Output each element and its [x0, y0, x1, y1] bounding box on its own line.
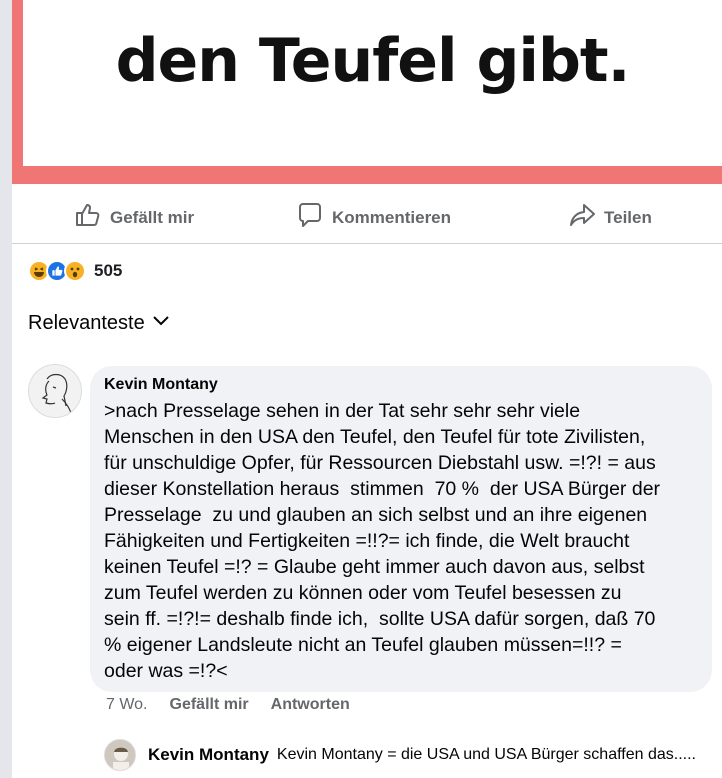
reactions-summary[interactable]: 505	[28, 258, 122, 284]
reply-text: Kevin Montany = die USA und USA Bürger s…	[276, 746, 696, 763]
left-edge-strip	[0, 0, 12, 778]
reply-preview[interactable]: Kevin Montany Kevin Montany = die USA un…	[104, 738, 714, 772]
post-image-text-line2: den Teufel gibt.	[115, 26, 631, 96]
share-arrow-icon	[568, 201, 596, 234]
post-image[interactable]: den Teufel gibt.	[12, 0, 722, 184]
like-button-label: Gefällt mir	[110, 207, 195, 227]
chevron-down-icon	[151, 310, 171, 336]
comment-author[interactable]: Kevin Montany	[104, 376, 698, 394]
share-button-label: Teilen	[604, 207, 652, 227]
comment-meta: 7 Wo. Gefällt mir Antworten	[106, 696, 350, 714]
reaction-count: 505	[94, 261, 123, 280]
comment-bubble: Kevin Montany >nach Presselage sehen in …	[90, 366, 712, 692]
comment-button-label: Kommentieren	[332, 207, 452, 227]
reply-avatar[interactable]	[104, 739, 136, 771]
comment-text: >nach Presselage sehen in der Tat sehr s…	[104, 400, 661, 682]
thumbs-up-icon	[74, 201, 102, 234]
sort-label: Relevanteste	[28, 311, 145, 334]
post-image-text: den Teufel gibt.	[115, 26, 631, 96]
wow-icon	[64, 260, 86, 282]
share-button[interactable]: Teilen	[568, 201, 652, 234]
comment-reply-link[interactable]: Antworten	[271, 696, 350, 714]
post-image-canvas: den Teufel gibt.	[23, 0, 722, 166]
like-button[interactable]: Gefällt mir	[74, 201, 194, 234]
reply-author[interactable]: Kevin Montany	[148, 745, 269, 765]
post-action-bar: Gefällt mir Kommentieren Teilen	[12, 184, 722, 244]
comment-timestamp[interactable]: 7 Wo.	[106, 696, 148, 714]
comment-bubble-icon	[296, 201, 324, 234]
comment-like-link[interactable]: Gefällt mir	[170, 696, 249, 714]
comment-sort-dropdown[interactable]: Relevanteste	[28, 310, 171, 336]
comment-button[interactable]: Kommentieren	[296, 201, 451, 234]
avatar[interactable]	[28, 364, 82, 418]
